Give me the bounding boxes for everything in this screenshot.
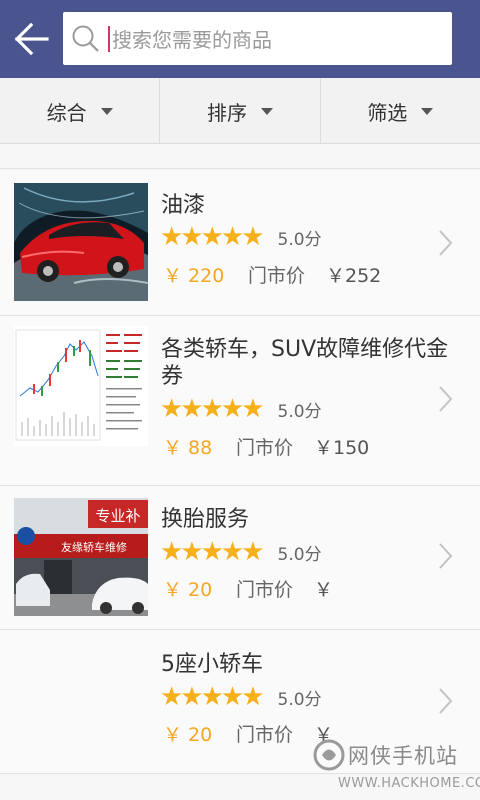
triangle-down-icon (421, 107, 434, 115)
triangle-down-icon (100, 107, 113, 115)
filter-label: 筛选 (367, 100, 408, 125)
rating-value: 5.0分 (277, 401, 322, 422)
market-price: ￥150 (314, 437, 370, 459)
repair-shop-image: 专业补 友缘轿车维修 (14, 498, 148, 616)
rating-row: ★★★★★ 5.0分 (160, 539, 322, 565)
product-title: 各类轿车，SUV故障维修代金券 (161, 337, 449, 389)
product-item[interactable]: 各类轿车，SUV故障维修代金券 ★★★★★ 5.0分 ￥ 88 门市价 ￥150 (0, 316, 480, 486)
filter-label: 综合 (46, 100, 87, 125)
rating-row: ★★★★★ 5.0分 (160, 224, 322, 250)
market-price-label: 门市价 (236, 437, 294, 459)
rating-row: ★★★★★ 5.0分 (160, 684, 322, 710)
star-rating-icon: ★★★★★ (160, 394, 265, 424)
market-price-label: 门市价 (248, 265, 306, 287)
top-bar: 搜索您需要的商品 (0, 0, 480, 78)
shop-sign-text: 专业补 (95, 507, 140, 525)
chevron-right-icon (439, 386, 453, 412)
product-price: ￥ 20 (163, 724, 213, 746)
product-thumbnail: 专业补 友缘轿车维修 (14, 498, 148, 616)
product-thumbnail (14, 326, 148, 446)
chevron-right-icon (439, 230, 453, 256)
rating-row: ★★★★★ 5.0分 (160, 396, 322, 422)
search-placeholder: 搜索您需要的商品 (112, 28, 272, 52)
market-price-label: 门市价 (236, 724, 294, 746)
market-price: ￥252 (326, 265, 382, 287)
list-separator (0, 145, 480, 169)
watermark: 网侠手机站 WWW.HACKHOME.COM (312, 734, 480, 800)
product-thumbnail (14, 183, 148, 301)
watermark-name: 网侠手机站 (348, 744, 458, 768)
search-icon (72, 25, 99, 52)
back-button[interactable] (8, 16, 54, 62)
filter-bar: 综合 排序 筛选 (0, 78, 480, 144)
star-rating-icon: ★★★★★ (160, 682, 265, 712)
star-rating-icon: ★★★★★ (160, 222, 265, 252)
chevron-right-icon (439, 543, 453, 569)
arrow-left-icon (14, 22, 49, 56)
market-price: ￥ (314, 579, 334, 601)
product-price: ￥ 20 (163, 579, 213, 601)
filter-tab-sort[interactable]: 排序 (160, 78, 321, 144)
rating-value: 5.0分 (277, 544, 322, 565)
rating-value: 5.0分 (277, 229, 322, 250)
watermark-logo-icon (313, 739, 345, 771)
market-price-label: 门市价 (236, 579, 294, 601)
filter-label: 排序 (206, 100, 247, 125)
product-title: 5座小轿车 (161, 652, 263, 677)
product-item[interactable]: 专业补 友缘轿车维修 换胎服务 ★★★★★ 5.0分 ￥ 20 门市价 ￥ (0, 486, 480, 630)
product-title: 油漆 (161, 193, 206, 218)
filter-tab-filter[interactable]: 筛选 (321, 78, 480, 144)
triangle-down-icon (260, 107, 273, 115)
rating-value: 5.0分 (277, 689, 322, 710)
filter-tab-general[interactable]: 综合 (0, 78, 161, 144)
text-cursor (108, 26, 110, 52)
product-price: ￥ 88 (163, 437, 213, 459)
star-rating-icon: ★★★★★ (160, 537, 265, 567)
red-sports-car-image (14, 183, 148, 301)
product-price: ￥ 220 (163, 265, 225, 287)
product-item[interactable]: 油漆 ★★★★★ 5.0分 ￥ 220 门市价 ￥252 (0, 170, 480, 316)
stock-chart-image (14, 326, 148, 446)
chevron-right-icon (439, 688, 453, 714)
shop-banner-text: 友缘轿车维修 (61, 540, 127, 554)
watermark-url: WWW.HACKHOME.COM (338, 776, 480, 791)
product-title: 换胎服务 (161, 507, 250, 532)
